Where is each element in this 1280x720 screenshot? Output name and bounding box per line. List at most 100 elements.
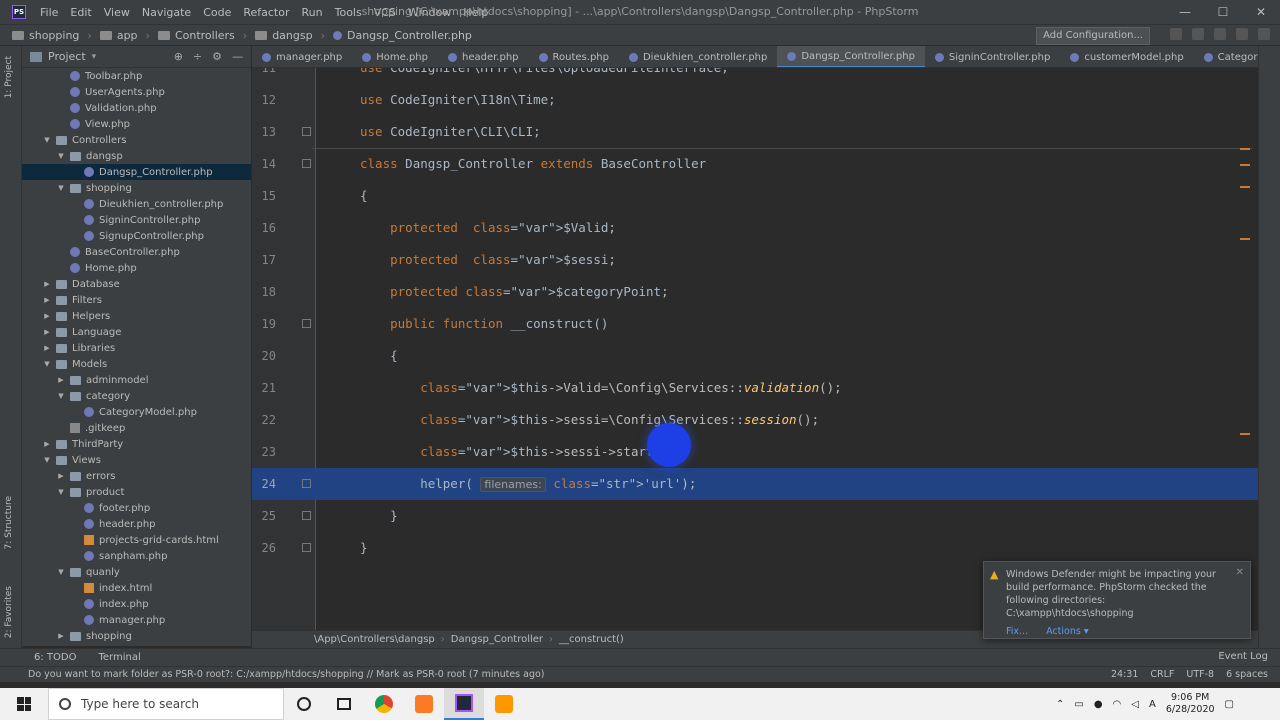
line-number[interactable]: 15: [252, 180, 276, 212]
editor-tab[interactable]: CategoryMo: [1194, 46, 1258, 67]
notification-center-icon[interactable]: ▢: [1225, 699, 1234, 710]
code-line[interactable]: 12 use CodeIgniter\I18n\Time;: [252, 84, 1258, 116]
tree-item[interactable]: View.php: [22, 116, 251, 132]
menu-vcs[interactable]: VCS: [368, 6, 402, 19]
menu-run[interactable]: Run: [296, 6, 329, 19]
code-line[interactable]: 14 class Dangsp_Controller extends BaseCo…: [252, 148, 1258, 180]
line-number[interactable]: 26: [252, 532, 276, 564]
code-line[interactable]: 15 {: [252, 180, 1258, 212]
crumb-app[interactable]: app: [117, 29, 138, 42]
code-line[interactable]: 24 helper( filenames: class="str">'url')…: [252, 468, 1258, 500]
line-number[interactable]: 13: [252, 116, 276, 148]
code-line[interactable]: 11 use CodeIgniter\HTTP\Files\UploadedFil…: [252, 68, 1258, 84]
file-encoding[interactable]: UTF-8: [1186, 669, 1214, 680]
tree-item[interactable]: SigninController.php: [22, 212, 251, 228]
menu-help[interactable]: Help: [457, 6, 494, 19]
tree-item[interactable]: ▼ dangsp: [22, 148, 251, 164]
project-tool-tab[interactable]: 1: Project: [4, 56, 14, 98]
clock[interactable]: 9:06 PM 6/28/2020: [1166, 692, 1215, 716]
phpstorm-taskbar-icon[interactable]: [444, 688, 484, 720]
tree-item[interactable]: ▼ Models: [22, 356, 251, 372]
collapsed-arrow-icon[interactable]: ▶: [42, 344, 52, 352]
expanded-arrow-icon[interactable]: ▼: [56, 568, 66, 576]
cortana-icon[interactable]: [284, 688, 324, 720]
line-number[interactable]: 24: [252, 468, 276, 500]
tree-item[interactable]: CategoryModel.php: [22, 404, 251, 420]
editor-tab[interactable]: manager.php: [252, 46, 352, 67]
status-message[interactable]: Do you want to mark folder as PSR-0 root…: [0, 669, 545, 680]
favorites-tool-tab[interactable]: 2: Favorites: [4, 586, 14, 638]
chrome-icon[interactable]: [364, 688, 404, 720]
line-number[interactable]: 14: [252, 148, 276, 180]
tree-item[interactable]: Validation.php: [22, 100, 251, 116]
expanded-arrow-icon[interactable]: ▼: [42, 360, 52, 368]
editor-tab[interactable]: customerModel.php: [1060, 46, 1193, 67]
code-line[interactable]: 22 class="var">$this->sessi=\Config\Serv…: [252, 404, 1258, 436]
collapsed-arrow-icon[interactable]: ▶: [56, 632, 66, 640]
tree-item[interactable]: Dieukhien_controller.php: [22, 196, 251, 212]
phpstorm-app-icon[interactable]: PS: [12, 5, 26, 19]
tree-item[interactable]: ▶ Libraries: [22, 340, 251, 356]
crumb-controllers[interactable]: Controllers: [175, 29, 235, 42]
tree-item[interactable]: sanpham.php: [22, 548, 251, 564]
actions-link[interactable]: Actions ▾: [1046, 625, 1089, 638]
tree-item[interactable]: ▼ category: [22, 388, 251, 404]
fold-icon[interactable]: [302, 543, 311, 552]
language-icon[interactable]: A: [1149, 699, 1156, 710]
structure-tool-tab[interactable]: 7: Structure: [4, 496, 14, 550]
code-line[interactable]: 23 class="var">$this->sessi->start();: [252, 436, 1258, 468]
fold-icon[interactable]: [302, 479, 311, 488]
collapsed-arrow-icon[interactable]: ▶: [42, 440, 52, 448]
tree-item[interactable]: Toolbar.php: [22, 68, 251, 84]
tree-item[interactable]: manager.php: [22, 612, 251, 628]
expanded-arrow-icon[interactable]: ▼: [42, 136, 52, 144]
tree-item[interactable]: UserAgents.php: [22, 84, 251, 100]
tree-item[interactable]: index.html: [22, 580, 251, 596]
tree-item[interactable]: footer.php: [22, 500, 251, 516]
line-number[interactable]: 16: [252, 212, 276, 244]
menu-window[interactable]: Window: [402, 6, 457, 19]
code-editor[interactable]: 11 use CodeIgniter\HTTP\Files\UploadedFil…: [252, 68, 1258, 630]
code-line[interactable]: 19 public function __construct(): [252, 308, 1258, 340]
volume-icon[interactable]: ◁: [1131, 699, 1139, 710]
crumb-method[interactable]: __construct(): [559, 634, 624, 645]
expanded-arrow-icon[interactable]: ▼: [56, 488, 66, 496]
tree-item[interactable]: ▼ shopping: [22, 180, 251, 196]
code-line[interactable]: 21 class="var">$this->Valid=\Config\Serv…: [252, 372, 1258, 404]
task-view-icon[interactable]: [324, 688, 364, 720]
indent-setting[interactable]: 6 spaces: [1226, 669, 1268, 680]
code-line[interactable]: 25 }: [252, 500, 1258, 532]
tree-item[interactable]: ▶ errors: [22, 468, 251, 484]
crumb-namespace[interactable]: \App\Controllers\dangsp: [314, 634, 435, 645]
todo-tool-button[interactable]: 6: TODO: [34, 652, 76, 663]
crumb-file[interactable]: Dangsp_Controller.php: [347, 29, 472, 42]
chevron-down-icon[interactable]: ▾: [92, 52, 97, 62]
editor-tab[interactable]: Routes.php: [529, 46, 619, 67]
run-icon[interactable]: [1170, 28, 1182, 40]
taskbar-search[interactable]: Type here to search: [48, 688, 284, 720]
editor-tab[interactable]: Dangsp_Controller.php: [777, 46, 925, 67]
close-button[interactable]: ✕: [1242, 0, 1280, 24]
crumb-class[interactable]: Dangsp_Controller: [451, 634, 543, 645]
expanded-arrow-icon[interactable]: ▼: [56, 152, 66, 160]
line-number[interactable]: 11: [252, 68, 276, 84]
tree-item[interactable]: ▼ Views: [22, 452, 251, 468]
code-line[interactable]: 18 protected class="var">$categoryPoint;: [252, 276, 1258, 308]
menu-refactor[interactable]: Refactor: [237, 6, 295, 19]
tree-item[interactable]: header.php: [22, 516, 251, 532]
line-number[interactable]: 20: [252, 340, 276, 372]
microphone-icon[interactable]: ●: [1094, 699, 1103, 710]
fix-link[interactable]: Fix...: [1006, 625, 1028, 638]
tree-item[interactable]: ▶ ThirdParty: [22, 436, 251, 452]
editor-tab[interactable]: Dieukhien_controller.php: [619, 46, 777, 67]
line-number[interactable]: 18: [252, 276, 276, 308]
tree-item[interactable]: SignupController.php: [22, 228, 251, 244]
start-button[interactable]: [0, 688, 48, 720]
fold-icon[interactable]: [302, 319, 311, 328]
editor-tab[interactable]: header.php: [438, 46, 529, 67]
tree-item[interactable]: BaseController.php: [22, 244, 251, 260]
sublime-icon[interactable]: [484, 688, 524, 720]
line-number[interactable]: 23: [252, 436, 276, 468]
tree-item[interactable]: ▼ quanly: [22, 564, 251, 580]
collapsed-arrow-icon[interactable]: ▶: [56, 376, 66, 384]
